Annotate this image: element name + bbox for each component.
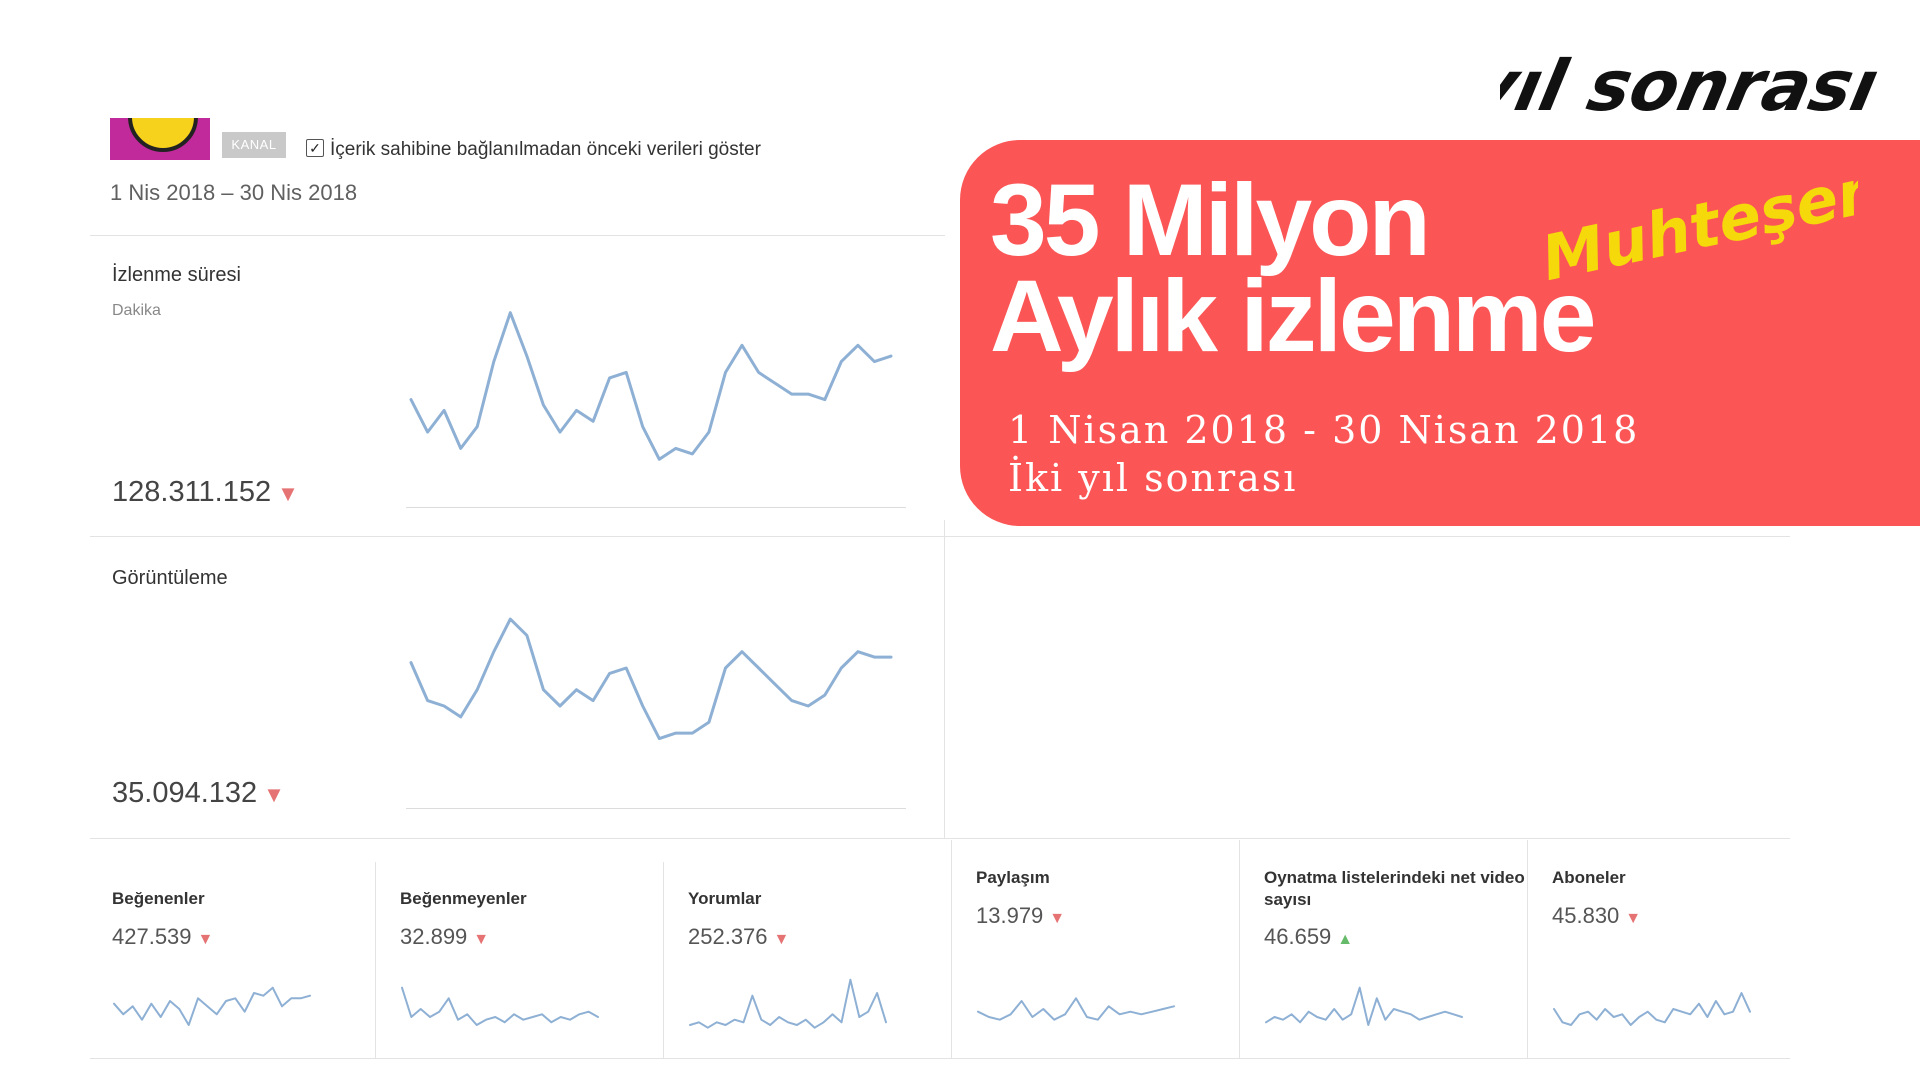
chart-baseline [406,808,906,809]
trend-down-icon: ▼ [1625,910,1642,927]
small-metric-number: 45.830 [1552,903,1620,928]
accent-text: Muhteşem! [1535,150,1858,280]
small-metric-value: 32.899 ▼ [400,924,489,950]
small-metric-number: 427.539 [112,924,192,949]
small-metric-value: 427.539 ▼ [112,924,213,950]
divider [951,840,952,1058]
checkbox-label: İçerik sahibine bağlanılmadan önceki ver… [330,139,761,160]
trend-down-icon: ▼ [1049,910,1066,927]
small-metric-value: 46.659 ▲ [1264,924,1353,950]
small-metric-title: Beğenenler [112,889,205,908]
channel-avatar[interactable] [110,118,210,160]
trend-down-icon: ▼ [197,931,214,948]
divider [1239,840,1240,1058]
sun-logo-icon [128,118,198,152]
sparkline-series [401,986,599,1026]
sparkline-series [409,617,893,741]
divider [663,862,664,1058]
sparkline-series [1553,992,1751,1026]
headline-line-1: 35 Milyon [990,163,1431,277]
small-metric-card[interactable]: Oynatma listelerindeki net video sayısı … [1242,840,1530,1058]
views-value: 35.094.132 [112,777,258,809]
small-metric-value: 45.830 ▼ [1552,903,1641,929]
metric-value: 128.311.152 ▼ [112,476,299,509]
small-metric-title: Oynatma listelerindeki net video sayısı [1264,868,1525,909]
metric-value: 35.094.132 ▼ [112,777,285,810]
small-metric-sparkline [401,986,599,1026]
views-card[interactable]: Görüntüleme 35.094.132 ▼ [90,537,944,837]
channel-badge: KANAL [222,132,286,158]
sparkline-series [977,997,1175,1021]
small-metric-sparkline [977,997,1175,1021]
headline-line-2: Aylık izlenme [990,259,1596,373]
divider [90,1058,1790,1059]
show-previous-data-checkbox[interactable]: ✓ [306,139,324,157]
accent-handwriting: Muhteşem! [1535,150,1858,280]
chart-baseline [406,507,906,508]
sparkline-series [1265,986,1463,1026]
small-metric-card[interactable]: Paylaşım 13.979 ▼ [954,840,1242,1058]
checkmark-icon: ✓ [309,140,321,156]
small-metric-title: Beğenmeyenler [400,889,527,908]
metric-title: İzlenme süresi [112,264,241,286]
watch-time-value: 128.311.152 [112,476,272,508]
small-metric-number: 46.659 [1264,924,1332,949]
small-metric-title: Aboneler [1552,868,1626,887]
promo-subtitle: İki yıl sonrası [1008,456,1298,500]
promo-headline: 35 Milyon Aylık izlenme [990,163,1596,373]
metric-title: Görüntüleme [112,567,228,589]
small-metric-value: 13.979 ▼ [976,903,1065,929]
small-metric-number: 13.979 [976,903,1044,928]
promo-date: 1 Nisan 2018 - 30 Nisan 2018 [1008,408,1640,452]
divider [90,838,1790,839]
watch-time-card[interactable]: İzlenme süresi Dakika 128.311.152 ▼ [90,236,944,536]
handwritten-caption: 2 yıl sonrası [1500,45,1885,127]
small-metric-number: 252.376 [688,924,768,949]
small-metric-card[interactable]: Beğenmeyenler 32.899 ▼ [378,840,666,1058]
trend-down-icon: ▼ [773,931,790,948]
metric-unit: Dakika [112,302,161,319]
small-metric-sparkline [1265,986,1463,1026]
small-metric-value: 252.376 ▼ [688,924,789,950]
divider [944,520,945,838]
small-metric-title: Paylaşım [976,868,1050,887]
handwritten-text: 2 yıl sonrası [1500,45,1885,127]
small-metric-sparkline [689,978,887,1029]
trend-down-icon: ▼ [277,481,299,506]
small-metric-sparkline [1553,992,1751,1026]
small-metric-number: 32.899 [400,924,468,949]
sparkline-series [409,311,893,461]
small-metric-sparkline [113,986,311,1026]
trend-down-icon: ▼ [473,931,490,948]
divider [375,862,376,1058]
sparkline-series [113,986,311,1026]
date-range[interactable]: 1 Nis 2018 – 30 Nis 2018 [110,180,357,206]
views-sparkline [409,617,893,741]
small-metric-title: Yorumlar [688,889,762,908]
small-metric-card[interactable]: Beğenenler 427.539 ▼ [90,840,378,1058]
watch-time-sparkline [409,311,893,461]
trend-down-icon: ▼ [263,782,285,807]
small-metric-card[interactable]: Aboneler 45.830 ▼ [1530,840,1818,1058]
divider [1527,840,1528,1058]
trend-up-icon: ▲ [1337,931,1354,948]
small-metric-card[interactable]: Yorumlar 252.376 ▼ [666,840,954,1058]
sparkline-series [689,978,887,1029]
